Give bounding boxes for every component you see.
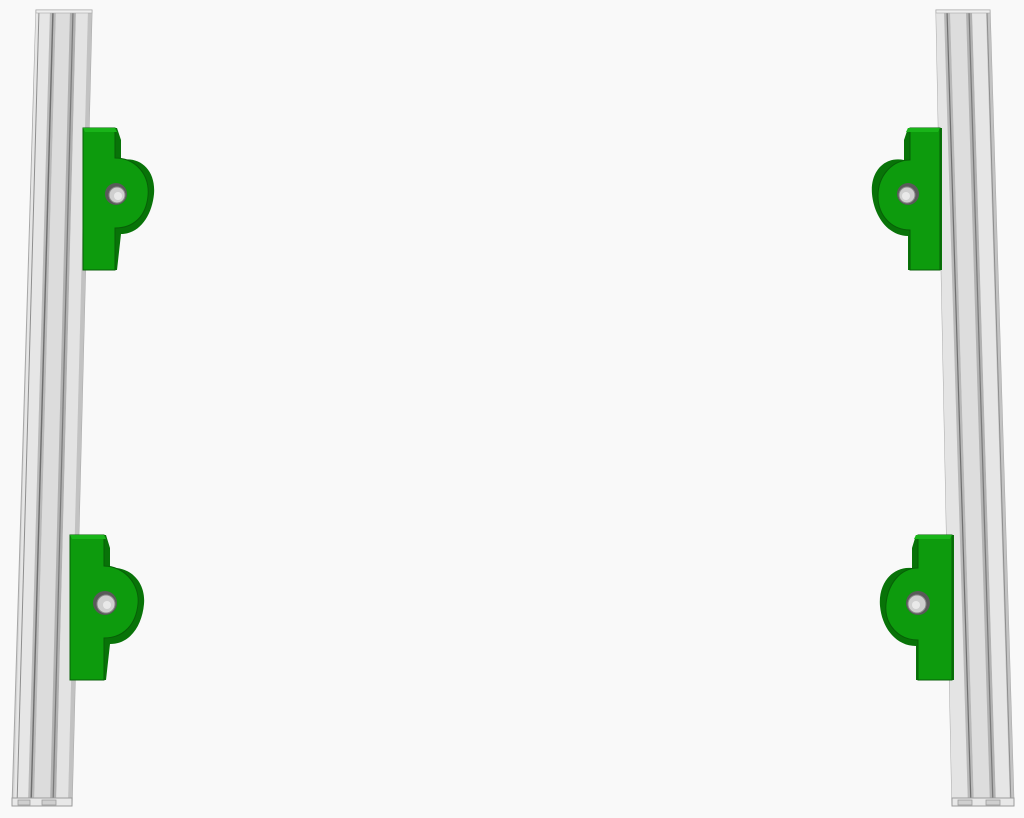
viewport-background	[0, 0, 1024, 818]
cad-viewport	[0, 0, 1024, 818]
